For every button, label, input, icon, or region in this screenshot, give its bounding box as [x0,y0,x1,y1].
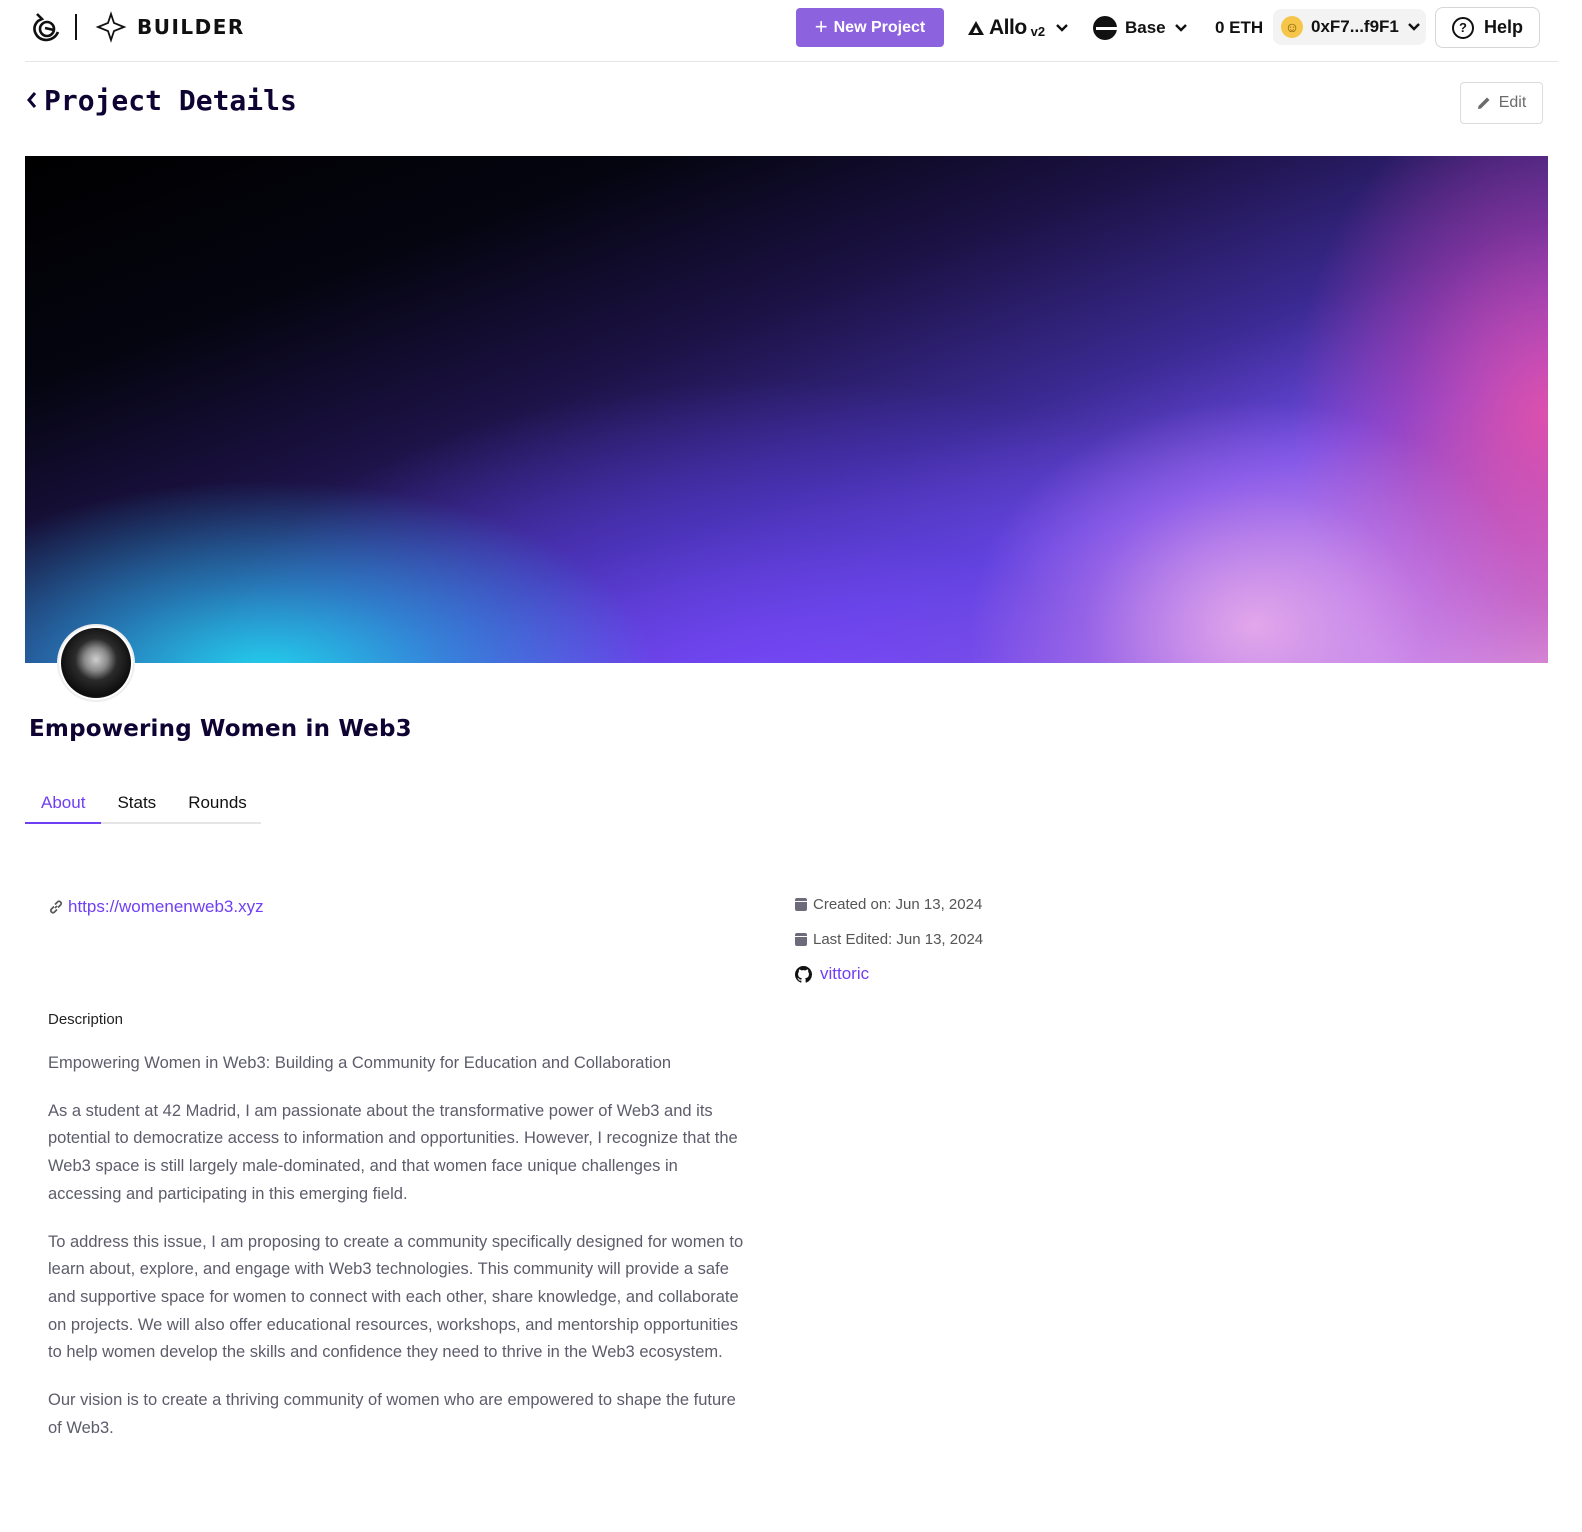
created-date: Created on: Jun 13, 2024 [795,896,982,913]
plus-icon: + [814,13,828,39]
chevron-down-icon [1056,24,1068,32]
description-paragraph: To address this issue, I am proposing to… [48,1232,744,1362]
description-paragraph: As a student at 42 Madrid, I am passiona… [48,1101,738,1203]
top-navbar: BUILDER + New Project Allo v2 Base 0 ETH… [25,0,1558,62]
calendar-icon [795,933,807,946]
new-project-button[interactable]: + New Project [796,8,944,47]
website-url: https://womenenweb3.xyz [68,897,264,916]
protocol-selector[interactable]: Allo v2 [967,12,1069,44]
chevron-down-icon [1174,24,1187,32]
calendar-icon [795,898,807,911]
page-title: Project Details [44,84,297,117]
github-username: vittoric [820,964,870,983]
pencil-icon [1477,97,1490,109]
tab-about[interactable]: About [25,785,102,824]
protocol-name: Allo [989,16,1027,39]
tab-stats[interactable]: Stats [101,785,172,824]
protocol-version: v2 [1030,23,1046,39]
project-logo-image [61,628,131,698]
help-button[interactable]: ? Help [1435,7,1540,48]
edit-button[interactable]: Edit [1460,82,1543,124]
project-name: Empowering Women in Web3 [29,716,412,742]
allo-icon [968,21,984,35]
github-link[interactable]: vittoric [795,964,869,984]
chevron-down-icon [1408,23,1420,31]
network-name: Base [1125,18,1166,37]
wallet-button[interactable]: ☺ 0xF7...f9F1 [1273,9,1426,45]
project-logo [57,624,135,702]
description-body: Empowering Women in Web3: Building a Com… [48,1050,748,1462]
builder-icon [95,11,127,43]
wallet-avatar-icon: ☺ [1281,16,1303,38]
created-date-text: Created on: Jun 13, 2024 [813,896,983,913]
link-icon [49,900,63,914]
description-label: Description [48,1011,124,1028]
help-label: Help [1483,17,1523,37]
project-tabs: About Stats Rounds [25,785,261,824]
base-network-icon [1093,16,1117,40]
wallet-balance: 0 ETH [1215,18,1264,37]
last-edited-date: Last Edited: Jun 13, 2024 [795,931,983,948]
network-selector[interactable]: Base [1093,12,1188,44]
github-icon [795,965,812,983]
project-website-link[interactable]: https://womenenweb3.xyz [48,897,264,917]
tab-rounds[interactable]: Rounds [172,785,263,824]
wallet-address: 0xF7...f9F1 [1311,17,1399,36]
logo-separator [75,14,77,40]
help-icon: ? [1451,16,1474,39]
description-paragraph: Our vision is to create a thriving commu… [48,1391,736,1437]
brand-name[interactable]: BUILDER [137,15,245,39]
gitcoin-logo-icon[interactable] [31,10,61,44]
project-banner [25,156,1548,663]
back-chevron-icon[interactable] [25,90,39,110]
last-edited-text: Last Edited: Jun 13, 2024 [813,931,984,948]
edit-label: Edit [1498,94,1527,111]
new-project-label: New Project [833,18,926,36]
description-paragraph: Empowering Women in Web3: Building a Com… [48,1054,672,1072]
